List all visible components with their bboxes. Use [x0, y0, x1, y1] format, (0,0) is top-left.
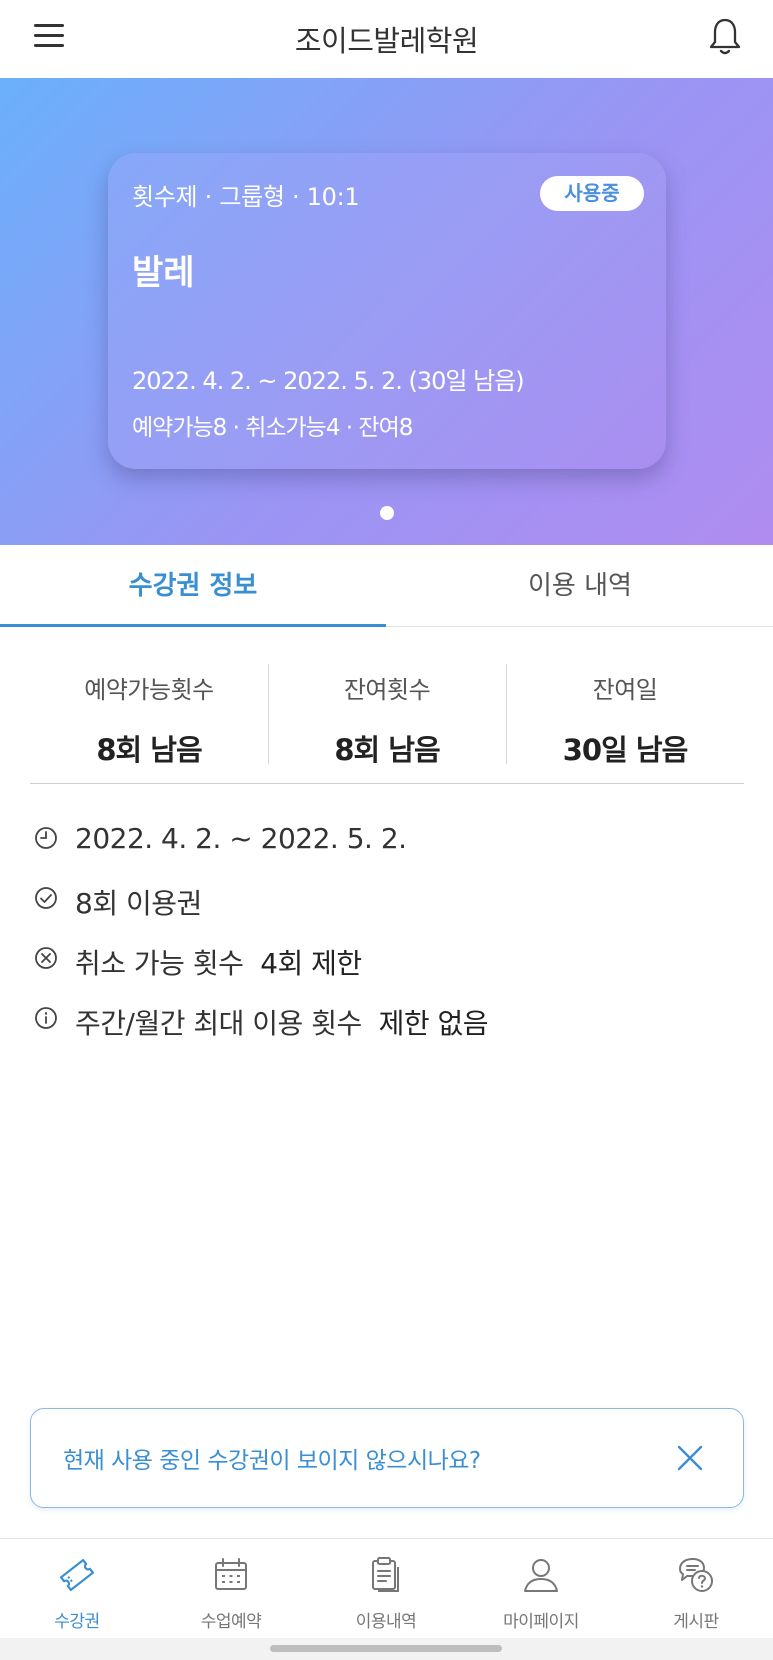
- clipboard-icon: [372, 1557, 399, 1592]
- nav-item-pass[interactable]: 수강권: [0, 1539, 154, 1639]
- detail-cancel-label: 취소 가능 횟수: [75, 947, 244, 980]
- stat-value: 8회 남음: [334, 733, 440, 767]
- detail-usage-limit: 주간/월간 최대 이용 횟수 제한 없음: [30, 992, 744, 1052]
- page-title: 조이드발레학원: [294, 24, 479, 58]
- stat-reservable: 예약가능횟수 8회 남음: [30, 664, 268, 767]
- clock-icon: [35, 827, 57, 849]
- nav-item-board[interactable]: 게시판: [619, 1539, 773, 1639]
- user-icon: [524, 1559, 558, 1592]
- bottom-nav: 수강권 수업예약 이용내역 마이페이지 게시판: [0, 1538, 773, 1638]
- nav-label: 게시판: [673, 1612, 719, 1632]
- pass-meta: 횟수제 · 그룹형 · 10:1: [132, 183, 360, 211]
- chat-question-icon: [679, 1558, 713, 1592]
- nav-label: 이용내역: [355, 1612, 417, 1632]
- status-badge: 사용중: [540, 176, 644, 211]
- home-indicator[interactable]: [270, 1645, 502, 1652]
- detail-usage-text: 주간/월간 최대 이용 횟수 제한 없음: [75, 1002, 489, 1042]
- pass-card[interactable]: 횟수제 · 그룹형 · 10:1 사용중 발레 2022. 4. 2. ~ 20…: [108, 153, 666, 469]
- pass-carousel: 횟수제 · 그룹형 · 10:1 사용중 발레 2022. 4. 2. ~ 20…: [0, 78, 773, 545]
- pass-counts: 예약가능8 · 취소가능4 · 잔여8: [132, 415, 413, 441]
- nav-label: 수강권: [54, 1612, 100, 1632]
- stat-value: 8회 남음: [96, 733, 202, 767]
- calendar-icon: [215, 1558, 247, 1590]
- x-circle-icon: [35, 947, 57, 969]
- detail-period-text: 2022. 4. 2. ~ 2022. 5. 2.: [75, 822, 407, 855]
- ticket-icon: [59, 1558, 95, 1592]
- app-header: 조이드발레학원: [0, 0, 773, 78]
- pass-period: 2022. 4. 2. ~ 2022. 5. 2. (30일 남음): [132, 367, 525, 395]
- tab-pass-info[interactable]: 수강권 정보: [0, 545, 386, 627]
- tab-bar: 수강권 정보 이용 내역: [0, 545, 773, 627]
- detail-usage-value: 제한 없음: [378, 1007, 489, 1040]
- stat-remaining-count: 잔여횟수 8회 남음: [268, 664, 506, 767]
- nav-item-reservation[interactable]: 수업예약: [154, 1539, 308, 1639]
- close-icon[interactable]: [675, 1443, 705, 1473]
- missing-pass-notice[interactable]: 현재 사용 중인 수강권이 보이지 않으시나요?: [30, 1408, 744, 1508]
- stat-label: 잔여일: [592, 676, 658, 704]
- notice-text: 현재 사용 중인 수강권이 보이지 않으시나요?: [63, 1448, 481, 1474]
- carousel-page-indicator: [380, 506, 394, 520]
- detail-pass-type-text: 8회 이용권: [75, 887, 202, 920]
- nav-item-mypage[interactable]: 마이페이지: [464, 1539, 618, 1639]
- bell-icon[interactable]: [707, 16, 743, 56]
- stat-label: 잔여횟수: [343, 676, 431, 704]
- divider: [30, 783, 744, 784]
- nav-label: 마이페이지: [503, 1612, 579, 1632]
- detail-period: 2022. 4. 2. ~ 2022. 5. 2.: [30, 812, 744, 872]
- detail-usage-label: 주간/월간 최대 이용 횟수: [75, 1007, 362, 1040]
- stat-value: 30일 남음: [562, 733, 689, 767]
- pass-title: 발레: [132, 253, 195, 293]
- nav-item-history[interactable]: 이용내역: [309, 1539, 463, 1639]
- pass-details: 2022. 4. 2. ~ 2022. 5. 2. 8회 이용권 취소 가능 횟…: [30, 812, 744, 1052]
- stat-label: 예약가능횟수: [84, 676, 214, 704]
- detail-cancel-text: 취소 가능 횟수 4회 제한: [75, 942, 362, 982]
- detail-cancel-limit: 취소 가능 횟수 4회 제한: [30, 932, 744, 992]
- detail-pass-type: 8회 이용권: [30, 872, 744, 932]
- stat-remaining-days: 잔여일 30일 남음: [506, 664, 744, 767]
- check-circle-icon: [35, 887, 57, 909]
- tab-usage-history[interactable]: 이용 내역: [387, 545, 773, 627]
- pass-stats: 예약가능횟수 8회 남음 잔여횟수 8회 남음 잔여일 30일 남음: [30, 664, 744, 767]
- detail-cancel-value: 4회 제한: [260, 947, 362, 980]
- nav-label: 수업예약: [200, 1612, 262, 1632]
- info-icon: [35, 1007, 57, 1029]
